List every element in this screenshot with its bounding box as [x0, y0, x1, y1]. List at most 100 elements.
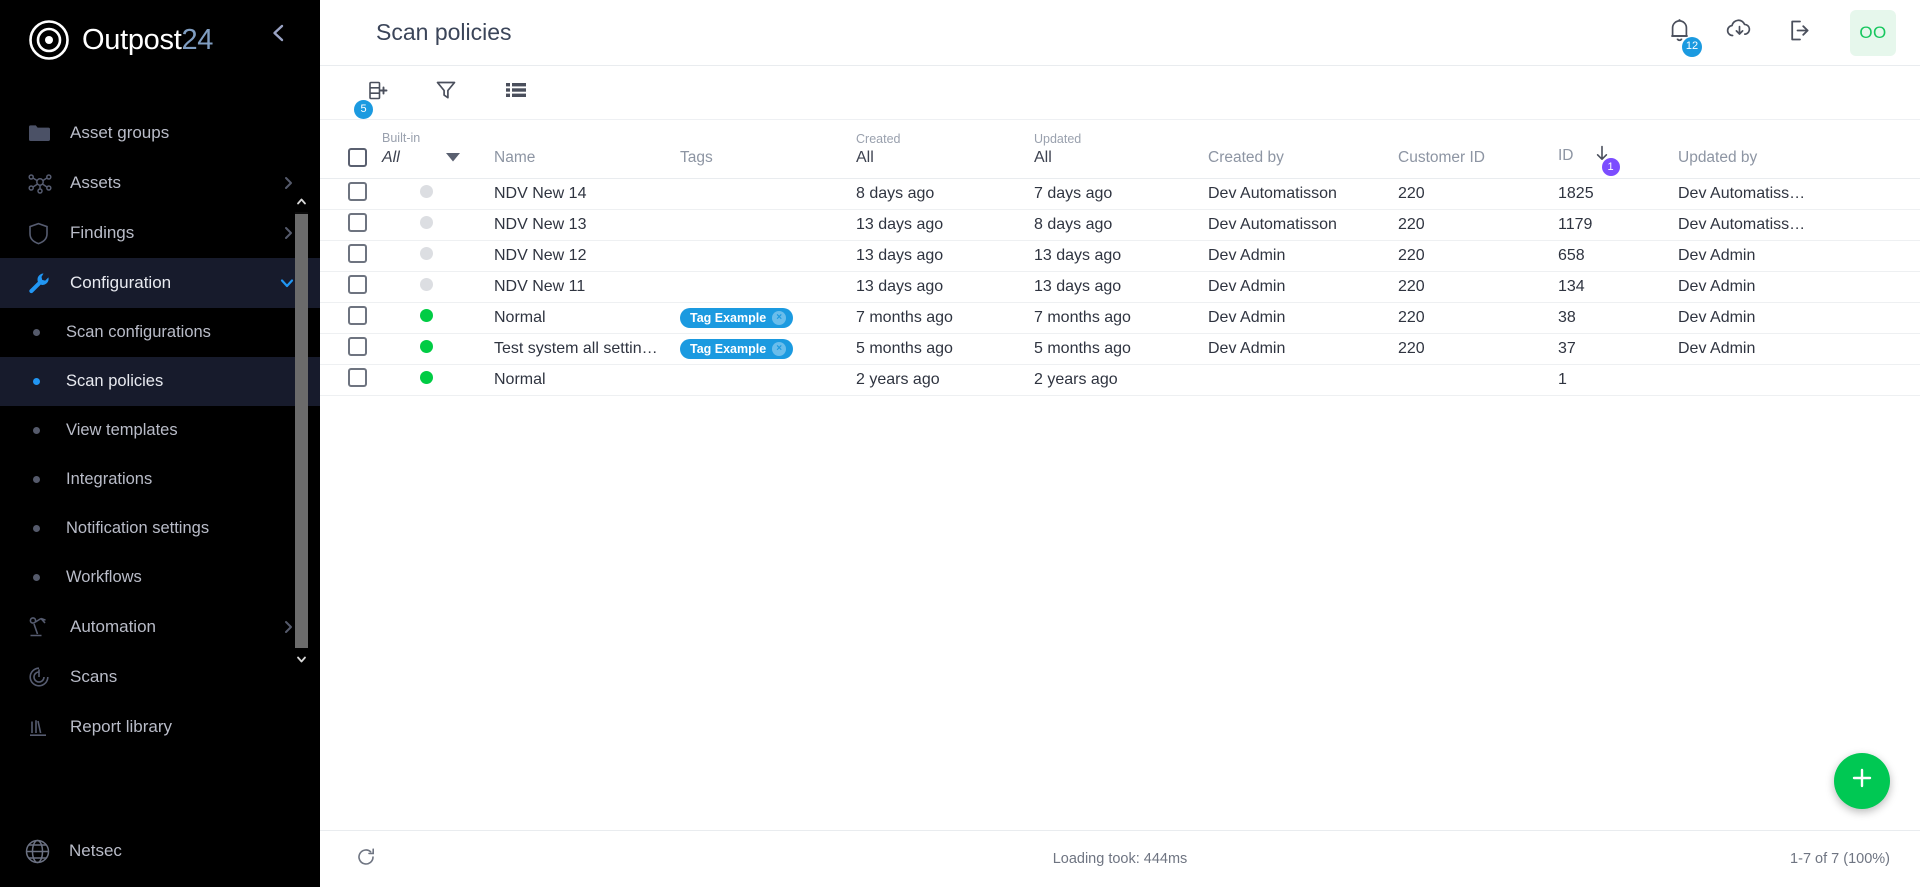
tag-remove-icon[interactable]: ×	[772, 342, 787, 356]
row-checkbox[interactable]	[348, 244, 367, 263]
sidebar-scrollbar[interactable]	[295, 190, 308, 670]
status-dot-icon	[420, 185, 433, 198]
row-checkbox[interactable]	[348, 213, 367, 232]
sidebar-item-workflows[interactable]: Workflows	[0, 553, 320, 602]
avatar[interactable]: OO	[1850, 9, 1896, 56]
id-sort-control[interactable]: 1	[1594, 144, 1620, 176]
header-created-by[interactable]: Created by	[1208, 120, 1398, 179]
row-created-cell: 8 days ago	[856, 178, 1034, 210]
row-updated-by-cell: Dev Admin	[1678, 302, 1920, 334]
sidebar-item-label: Assets	[70, 173, 122, 192]
builtin-filter-value[interactable]: All	[382, 149, 400, 167]
scroll-down-arrow-icon[interactable]	[295, 648, 308, 670]
sidebar-item-scan-configurations[interactable]: Scan configurations	[0, 308, 320, 357]
sidebar-item-integrations[interactable]: Integrations	[0, 455, 320, 504]
row-checkbox[interactable]	[348, 368, 367, 387]
row-status-cell	[382, 364, 494, 396]
row-name-cell: Test system all settin…	[494, 333, 680, 365]
status-dot-icon	[420, 278, 433, 291]
header-customer-id-label: Customer ID	[1398, 149, 1485, 166]
select-all-checkbox[interactable]	[348, 148, 367, 167]
header-updated-by[interactable]: Updated by	[1678, 120, 1920, 179]
tag-chip[interactable]: Tag Example ×	[680, 308, 794, 328]
table-row[interactable]: Normal Tag Example × 7 months ago 7 months a…	[320, 302, 1920, 334]
chevron-down-icon[interactable]	[445, 149, 460, 167]
row-customer-id-cell: 220	[1398, 178, 1558, 210]
row-checkbox[interactable]	[348, 275, 367, 294]
table-row[interactable]: NDV New 14 8 days ago 7 days ago Dev Automa…	[320, 178, 1920, 210]
sidebar-item-assets[interactable]: Assets	[0, 158, 320, 208]
table-row[interactable]: NDV New 11 13 days ago 13 days ago Dev Admi…	[320, 271, 1920, 303]
row-tags-cell	[680, 209, 856, 241]
header-updated: Updated All	[1034, 120, 1208, 179]
filter-button[interactable]	[426, 73, 466, 113]
header-name[interactable]: Name	[494, 120, 680, 179]
list-rows-icon	[504, 80, 528, 105]
scrollbar-thumb[interactable]	[295, 214, 308, 648]
sidebar-item-label: Report library	[70, 717, 173, 736]
sidebar-collapse-button[interactable]	[266, 20, 292, 46]
header-id[interactable]: ID 1	[1558, 120, 1678, 179]
sidebar-item-findings[interactable]: Findings	[0, 208, 320, 258]
table-row[interactable]: NDV New 12 13 days ago 13 days ago Dev Admi…	[320, 240, 1920, 272]
status-dot-icon	[420, 247, 433, 260]
row-id-cell: 658	[1558, 240, 1678, 272]
sidebar-footer-netsec[interactable]: Netsec	[0, 815, 320, 887]
sidebar-item-scans[interactable]: Scans	[0, 652, 320, 702]
table-row[interactable]: Test system all settin… Tag Example × 5 mon…	[320, 333, 1920, 365]
row-customer-id-cell: 220	[1398, 302, 1558, 334]
created-filter-value[interactable]: All	[856, 149, 1034, 167]
row-status-cell	[382, 333, 494, 365]
scroll-up-arrow-icon[interactable]	[295, 190, 308, 212]
row-select-cell	[320, 302, 382, 334]
table-body: NDV New 14 8 days ago 7 days ago Dev Automa…	[320, 178, 1920, 396]
sidebar-item-automation[interactable]: Automation	[0, 602, 320, 652]
row-name-cell: Normal	[494, 302, 680, 334]
sidebar-item-scan-policies[interactable]: Scan policies	[0, 357, 320, 406]
row-tags-cell	[680, 178, 856, 210]
logout-button[interactable]	[1782, 16, 1816, 50]
row-checkbox[interactable]	[348, 337, 367, 356]
network-nodes-icon	[28, 172, 58, 194]
topbar: Scan policies 12 OO	[320, 0, 1920, 66]
target-icon	[28, 19, 70, 61]
brand[interactable]: Outpost24	[0, 0, 320, 80]
row-customer-id-cell	[1398, 364, 1558, 396]
row-name-cell: NDV New 11	[494, 271, 680, 303]
row-checkbox[interactable]	[348, 182, 367, 201]
add-policy-fab[interactable]	[1834, 753, 1890, 809]
row-select-cell	[320, 178, 382, 210]
filter-funnel-icon	[434, 78, 458, 107]
tag-chip[interactable]: Tag Example ×	[680, 339, 794, 359]
header-id-label: ID	[1558, 146, 1574, 164]
sidebar-item-asset-groups[interactable]: Asset groups	[0, 108, 320, 158]
table-row[interactable]: Normal 2 years ago 2 years ago 1	[320, 364, 1920, 396]
add-column-button[interactable]: 5	[354, 73, 396, 119]
brand-text: Outpost24	[82, 24, 213, 57]
row-status-cell	[382, 209, 494, 241]
row-status-cell	[382, 271, 494, 303]
sidebar-item-configuration[interactable]: Configuration	[0, 258, 320, 308]
table-row[interactable]: NDV New 13 13 days ago 8 days ago Dev Autom…	[320, 209, 1920, 241]
tag-remove-icon[interactable]: ×	[772, 311, 787, 325]
header-tags[interactable]: Tags	[680, 120, 856, 179]
refresh-button[interactable]	[356, 847, 376, 871]
logout-icon	[1787, 18, 1812, 48]
row-checkbox[interactable]	[348, 306, 367, 325]
status-dot-icon	[420, 371, 433, 384]
notifications-button[interactable]: 12	[1662, 16, 1702, 57]
app-root: Outpost24 Asset groups Assets Findings C…	[0, 0, 1920, 887]
sidebar-item-view-templates[interactable]: View templates	[0, 406, 320, 455]
download-button[interactable]	[1722, 16, 1756, 50]
row-density-button[interactable]	[496, 73, 536, 113]
sidebar-item-notification-settings[interactable]: Notification settings	[0, 504, 320, 553]
bullet-icon	[33, 525, 40, 532]
updated-filter-value[interactable]: All	[1034, 149, 1208, 167]
header-customer-id[interactable]: Customer ID	[1398, 120, 1558, 179]
row-updated-by-cell	[1678, 364, 1920, 396]
sidebar-item-report-library[interactable]: Report library	[0, 702, 320, 752]
table-header-row: Built-in All Name Tags Created All Updat…	[320, 120, 1920, 179]
row-updated-cell: 2 years ago	[1034, 364, 1208, 396]
sidebar-item-label: Configuration	[70, 273, 172, 292]
header-builtin: Built-in All	[382, 120, 494, 179]
